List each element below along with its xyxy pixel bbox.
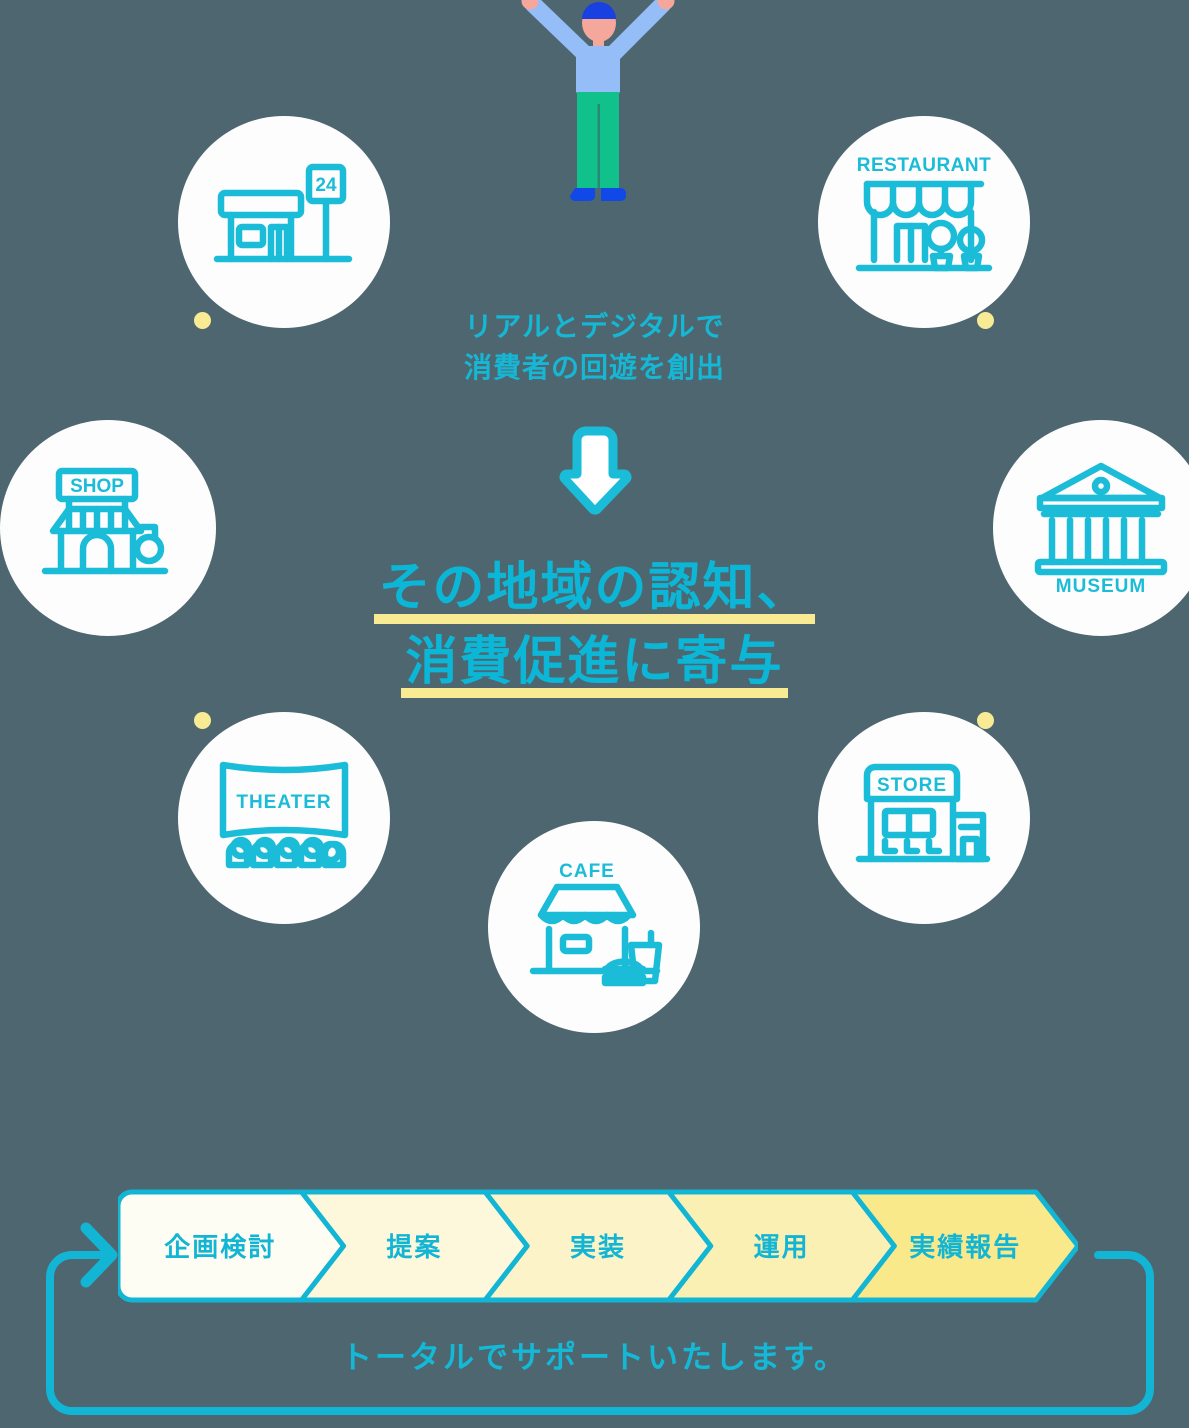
ring-dot: [976, 711, 994, 729]
circle-label-convenience-store: 24: [315, 175, 337, 196]
process-step-label-2: 提案: [386, 1232, 442, 1262]
process-chevrons: 企画検討 提案 実装 運用 実績報告: [118, 1189, 1078, 1303]
circle-cafe[interactable]: CAFE: [488, 821, 700, 1033]
headline: その地域の認知、 消費促進に寄与: [0, 552, 1189, 700]
headline-line-2: 消費促進に寄与: [401, 626, 788, 700]
headline-line-1: その地域の認知、: [374, 552, 815, 626]
lead-line-2: 消費者の回遊を創出: [463, 352, 725, 384]
process-section: 企画検討 提案 実装 運用 実績報告 トータルでサポートいたします。: [0, 1150, 1189, 1428]
ring-dot: [194, 711, 212, 729]
circle-label-store: STORE: [877, 775, 947, 796]
circle-restaurant[interactable]: RESTAURANT: [818, 116, 1030, 328]
infographic-stage: 24 RESTAURANT SHOP MUSEUM THEATER CAFE S…: [0, 0, 1189, 1428]
down-arrow-wrapper: [0, 425, 1189, 517]
circle-label-cafe: CAFE: [559, 861, 615, 882]
down-arrow-icon: [559, 426, 631, 515]
process-step-label-4: 運用: [754, 1232, 810, 1262]
cheering-person: [513, 0, 683, 217]
process-step-label-5: 実績報告: [909, 1232, 1021, 1262]
circle-label-theater: THEATER: [236, 792, 331, 813]
process-tagline: トータルでサポートいたします。: [341, 1340, 848, 1375]
process-step-label-3: 実装: [570, 1232, 626, 1262]
lead-copy: リアルとデジタルで 消費者の回遊を創出: [0, 306, 1189, 389]
circle-convenience-store[interactable]: 24: [178, 116, 390, 328]
process-step-label-1: 企画検討: [164, 1232, 276, 1262]
circle-store[interactable]: STORE: [818, 712, 1030, 924]
circle-label-restaurant: RESTAURANT: [857, 155, 991, 176]
lead-line-1: リアルとデジタルで: [464, 311, 725, 342]
circle-theater[interactable]: THEATER: [178, 712, 390, 924]
